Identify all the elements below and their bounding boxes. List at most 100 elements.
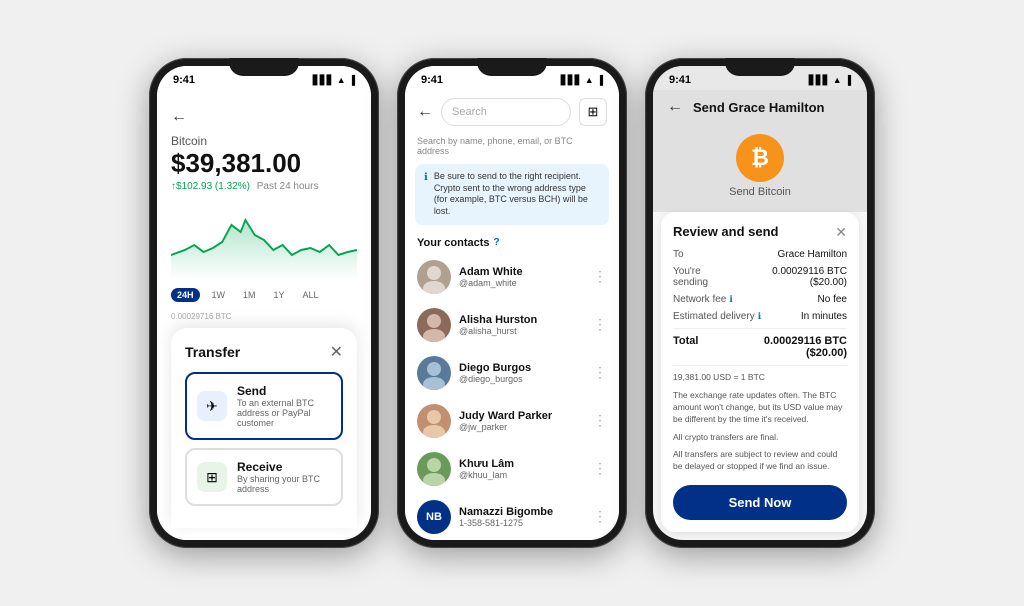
contacts-list: Adam White @adam_white ⋮ Alisha Hurston … [405, 253, 619, 540]
contact-khuu[interactable]: Khưu Lâm @khuu_lam ⋮ [405, 445, 619, 493]
contact-menu-adam[interactable]: ⋮ [593, 268, 607, 285]
wifi-icon-3: ▲ [833, 75, 842, 85]
warning-banner: ℹ Be sure to send to the right recipient… [415, 164, 609, 225]
send-option-title: Send [237, 384, 331, 398]
back-button-1[interactable]: ← [171, 108, 187, 126]
avatar-adam-white [417, 260, 451, 294]
wifi-icon: ▲ [337, 75, 346, 85]
contact-menu-judy[interactable]: ⋮ [593, 412, 607, 429]
receive-option[interactable]: ⊞ Receive By sharing your BTC address [185, 448, 343, 506]
status-icons-2: ▋▋▋ ▲ ▐ [561, 75, 603, 86]
avatar-alisha [417, 308, 451, 342]
status-time-2: 9:41 [421, 74, 443, 86]
review-label-total: Total [673, 335, 698, 347]
battery-icon-3: ▐ [845, 75, 851, 85]
battery-icon: ▐ [349, 75, 355, 85]
review-row-sending: You're sending 0.00029116 BTC ($20.00) [673, 266, 847, 288]
review-row-total: Total 0.00029116 BTC($20.00) [673, 335, 847, 359]
transfer-modal: Transfer ✕ ✈ Send To an external BTC add… [171, 328, 357, 528]
phone-1-content: ← Bitcoin $39,381.00 ↑$102.93 (1.32%) Pa… [157, 90, 371, 540]
contact-diego[interactable]: Diego Burgos @diego_burgos ⋮ [405, 349, 619, 397]
contact-handle-alisha: @alisha_hurst [459, 326, 593, 336]
avatar-namazzi: NB [417, 500, 451, 534]
tab-1y[interactable]: 1Y [268, 288, 291, 302]
avatar-khuu [417, 452, 451, 486]
btc-logo: ₿ [736, 134, 784, 182]
review-row-to: To Grace Hamilton [673, 249, 847, 260]
network-fee-info-icon[interactable]: ℹ [729, 294, 732, 305]
modal-header: Transfer ✕ [185, 342, 343, 362]
status-icons-3: ▋▋▋ ▲ ▐ [809, 75, 851, 86]
tab-all[interactable]: ALL [297, 288, 325, 302]
btc-hero: ₿ Send Bitcoin [653, 124, 867, 212]
qr-button[interactable]: ⊞ [579, 98, 607, 126]
contact-info-adam: Adam White @adam_white [459, 266, 593, 288]
send-option-info: Send To an external BTC address or PayPa… [237, 384, 331, 428]
btc-send-label: Send Bitcoin [729, 186, 791, 198]
phone-1-header: ← [171, 108, 357, 126]
review-row-delivery: Estimated delivery ℹ In minutes [673, 311, 847, 322]
contact-name-alisha: Alisha Hurston [459, 314, 593, 326]
contact-handle-diego: @diego_burgos [459, 374, 593, 384]
contact-name-diego: Diego Burgos [459, 362, 593, 374]
review-info-review: All transfers are subject to review and … [673, 449, 847, 473]
review-divider [673, 328, 847, 329]
review-close-btn[interactable]: ✕ [835, 224, 847, 241]
phone-3-title: Send Grace Hamilton [693, 100, 824, 115]
status-time-3: 9:41 [669, 74, 691, 86]
search-box[interactable]: Search [441, 98, 571, 126]
contact-judy[interactable]: Judy Ward Parker @jw_parker ⋮ [405, 397, 619, 445]
tab-1w[interactable]: 1W [206, 288, 232, 302]
contact-handle-adam: @adam_white [459, 278, 593, 288]
review-info-rate: 19,381.00 USD = 1 BTC [673, 372, 847, 384]
delivery-info-icon[interactable]: ℹ [758, 311, 761, 322]
contact-adam-white[interactable]: Adam White @adam_white ⋮ [405, 253, 619, 301]
review-card: Review and send ✕ To Grace Hamilton You'… [661, 212, 859, 532]
btc-chart [171, 200, 357, 280]
btc-price: $39,381.00 [171, 148, 357, 179]
contact-info-khuu: Khưu Lâm @khuu_lam [459, 458, 593, 480]
contact-alisha[interactable]: Alisha Hurston @alisha_hurst ⋮ [405, 301, 619, 349]
modal-close-btn[interactable]: ✕ [330, 342, 343, 362]
send-option[interactable]: ✈ Send To an external BTC address or Pay… [185, 372, 343, 440]
receive-option-desc: By sharing your BTC address [237, 474, 331, 494]
status-time-1: 9:41 [173, 74, 195, 86]
contact-namazzi[interactable]: NB Namazzi Bigombe 1-358-581-1275 ⋮ [405, 493, 619, 540]
tab-24h[interactable]: 24H [171, 288, 200, 302]
contact-name-namazzi: Namazzi Bigombe [459, 506, 593, 518]
chart-tabs: 24H 1W 1M 1Y ALL [171, 288, 357, 302]
send-option-desc: To an external BTC address or PayPal cus… [237, 398, 331, 428]
review-value-sending: 0.00029116 BTC ($20.00) [736, 266, 847, 288]
contact-info-diego: Diego Burgos @diego_burgos [459, 362, 593, 384]
contact-menu-khuu[interactable]: ⋮ [593, 460, 607, 477]
btc-change: ↑$102.93 (1.32%) Past 24 hours [171, 181, 357, 192]
search-header: ← Search ⊞ [405, 90, 619, 134]
chart-svg [171, 200, 357, 280]
back-button-2[interactable]: ← [417, 103, 433, 121]
search-placeholder: Search [452, 106, 487, 118]
notch-2 [477, 58, 547, 76]
review-value-to: Grace Hamilton [778, 249, 847, 260]
contact-handle-namazzi: 1-358-581-1275 [459, 518, 593, 528]
contact-menu-namazzi[interactable]: ⋮ [593, 508, 607, 525]
contact-name-adam: Adam White [459, 266, 593, 278]
review-value-total: 0.00029116 BTC($20.00) [764, 335, 847, 359]
review-row-network-fee: Network fee ℹ No fee [673, 294, 847, 305]
contact-menu-alisha[interactable]: ⋮ [593, 316, 607, 333]
send-now-button[interactable]: Send Now [673, 485, 847, 520]
tab-1m[interactable]: 1M [237, 288, 262, 302]
warning-text: Be sure to send to the right recipient. … [434, 171, 600, 218]
signal-icon: ▋▋▋ [313, 75, 334, 86]
battery-icon-2: ▐ [597, 75, 603, 85]
contact-name-judy: Judy Ward Parker [459, 410, 593, 422]
review-value-delivery: In minutes [801, 311, 847, 322]
contact-name-khuu: Khưu Lâm [459, 458, 593, 470]
back-button-3[interactable]: ← [667, 98, 683, 116]
review-divider-2 [673, 365, 847, 366]
help-icon[interactable]: ? [494, 237, 500, 248]
contact-menu-diego[interactable]: ⋮ [593, 364, 607, 381]
phone-2-screen: 9:41 ▋▋▋ ▲ ▐ ← Search ⊞ Search by name, … [405, 66, 619, 540]
review-info-rate-note: The exchange rate updates often. The BTC… [673, 390, 847, 426]
review-info-final: All crypto transfers are final. [673, 432, 847, 444]
phone-3-screen: 9:41 ▋▋▋ ▲ ▐ ← Send Grace Hamilton ₿ Sen… [653, 66, 867, 540]
